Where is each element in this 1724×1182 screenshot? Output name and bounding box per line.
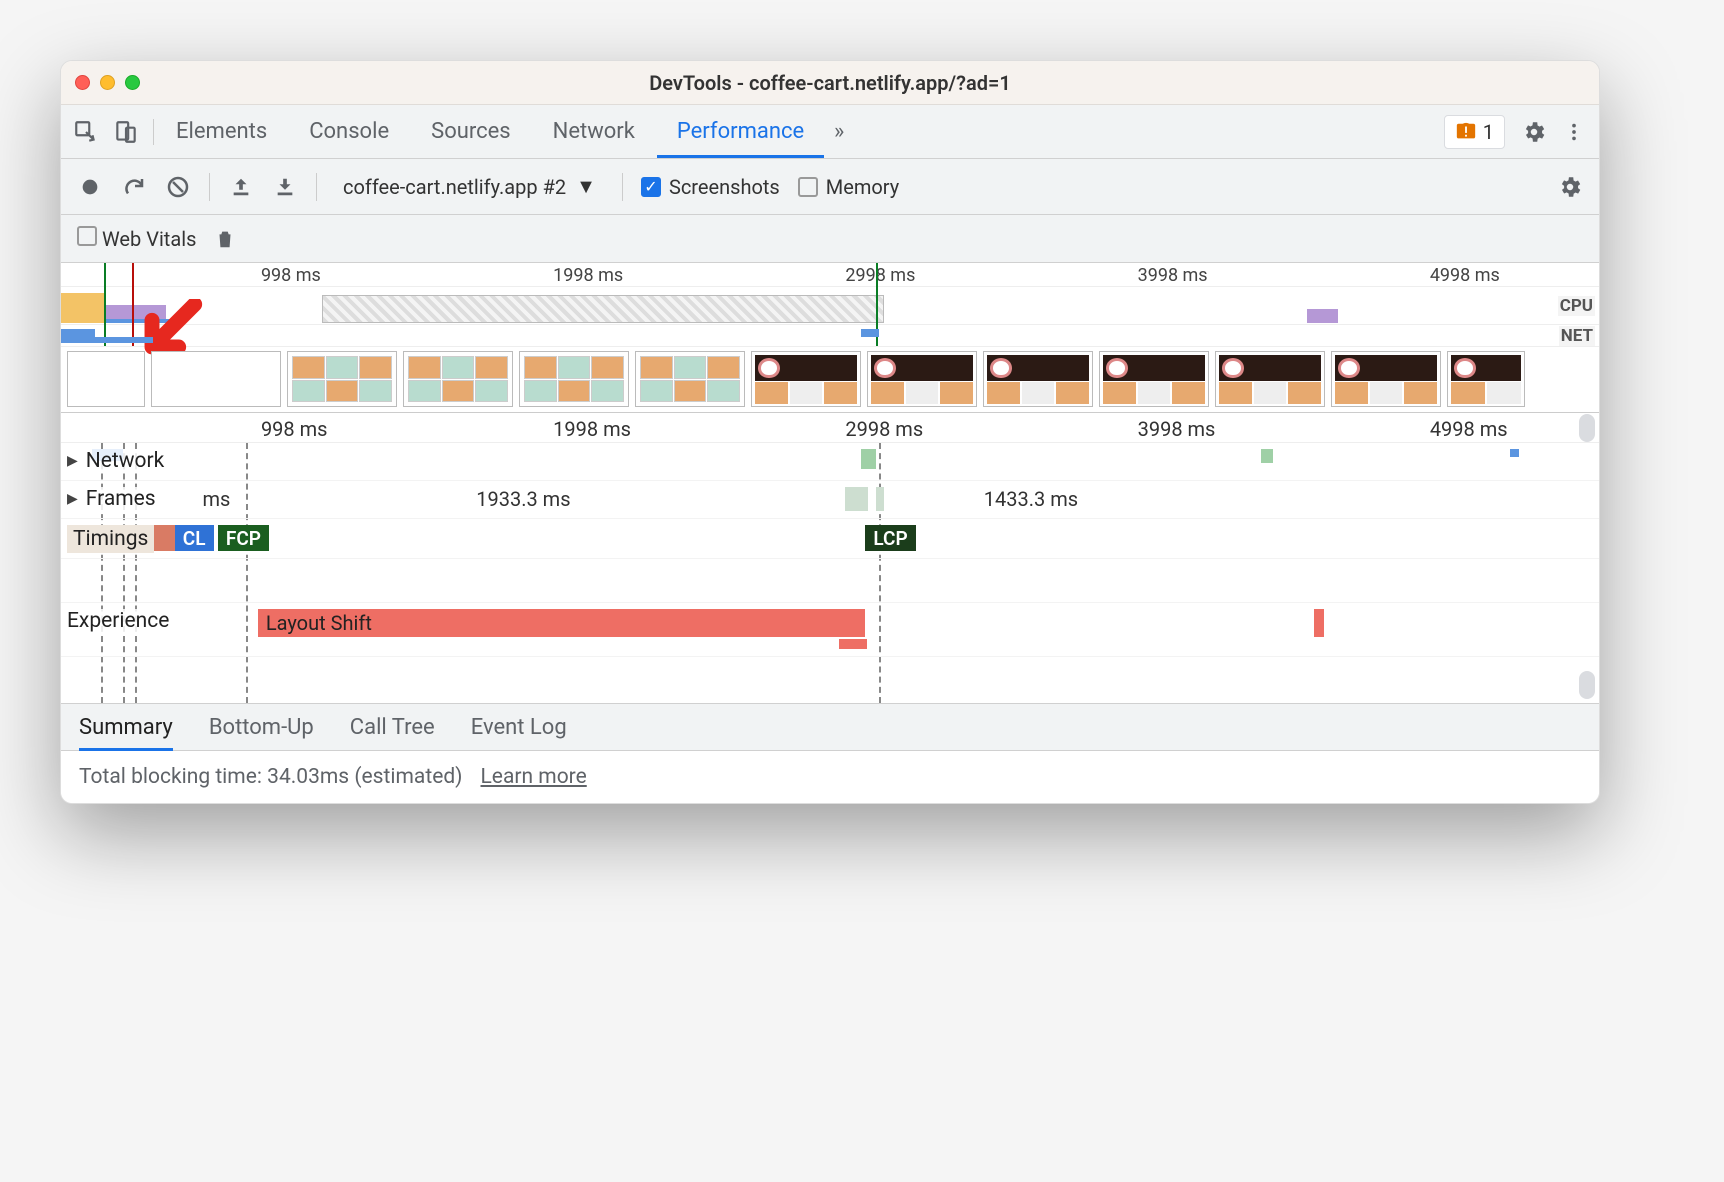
- spacer-track: [61, 559, 1599, 603]
- web-vitals-checkbox[interactable]: [77, 226, 97, 246]
- profile-selector[interactable]: coffee-cart.netlify.app #2 ▼: [335, 170, 604, 203]
- filmstrip[interactable]: [61, 347, 1599, 413]
- track-area[interactable]: Network Frames ms 1933.3 ms 1433.3 ms Ti…: [61, 443, 1599, 703]
- capture-settings-icon[interactable]: [1557, 174, 1583, 200]
- memory-toggle[interactable]: Memory: [798, 175, 899, 199]
- tab-performance[interactable]: Performance: [657, 105, 824, 158]
- thumbnail[interactable]: [867, 351, 977, 407]
- thumbnail[interactable]: [519, 351, 629, 407]
- devtools-window: DevTools - coffee-cart.netlify.app/?ad=1…: [60, 60, 1600, 804]
- timings-track[interactable]: Timings CL FCP LCP: [61, 519, 1599, 559]
- kebab-menu-icon[interactable]: [1561, 119, 1587, 145]
- screenshots-checkbox[interactable]: ✓: [641, 177, 661, 197]
- timing-fcp[interactable]: FCP: [218, 525, 269, 551]
- memory-checkbox[interactable]: [798, 177, 818, 197]
- issues-count: 1: [1483, 120, 1494, 144]
- frames-track[interactable]: Frames ms 1933.3 ms 1433.3 ms: [61, 481, 1599, 519]
- net-label: NET: [1559, 326, 1595, 346]
- web-vitals-toggle[interactable]: Web Vitals: [77, 226, 196, 251]
- tab-elements[interactable]: Elements: [156, 105, 287, 158]
- thumbnail[interactable]: [287, 351, 397, 407]
- more-tabs-icon[interactable]: »: [826, 119, 852, 145]
- net-overview: NET: [61, 325, 1599, 347]
- thumbnail[interactable]: [751, 351, 861, 407]
- profile-label: coffee-cart.netlify.app #2: [343, 175, 566, 199]
- details-tabstrip: Summary Bottom-Up Call Tree Event Log: [61, 703, 1599, 751]
- screenshots-toggle[interactable]: ✓ Screenshots: [641, 175, 780, 199]
- overview-ruler: 998 ms 1998 ms 2998 ms 3998 ms 4998 ms: [61, 263, 1599, 287]
- tab-console[interactable]: Console: [289, 105, 409, 158]
- layout-shift-event[interactable]: [839, 639, 867, 649]
- dropdown-triangle-icon: ▼: [576, 174, 596, 199]
- thumbnail[interactable]: [1215, 351, 1325, 407]
- tab-call-tree[interactable]: Call Tree: [350, 715, 435, 740]
- perf-toolbar: coffee-cart.netlify.app #2 ▼ ✓ Screensho…: [61, 159, 1599, 215]
- thumbnail[interactable]: [1331, 351, 1441, 407]
- device-toggle-icon[interactable]: [113, 119, 139, 145]
- timings-track-header[interactable]: Timings: [67, 525, 154, 553]
- flamechart-ruler[interactable]: 998 ms 1998 ms 2998 ms 3998 ms 4998 ms: [61, 413, 1599, 443]
- reload-record-button[interactable]: [121, 174, 147, 200]
- statusbar: Total blocking time: 34.03ms (estimated)…: [61, 751, 1599, 803]
- experience-track[interactable]: Experience Layout Shift: [61, 603, 1599, 657]
- tab-summary[interactable]: Summary: [79, 704, 173, 751]
- clear-button[interactable]: [165, 174, 191, 200]
- blocking-time-text: Total blocking time: 34.03ms (estimated): [79, 765, 463, 789]
- tab-network[interactable]: Network: [533, 105, 655, 158]
- learn-more-link[interactable]: Learn more: [481, 765, 587, 789]
- thumbnail[interactable]: [635, 351, 745, 407]
- thumbnail[interactable]: [151, 351, 281, 407]
- tab-sources[interactable]: Sources: [411, 105, 531, 158]
- overview-pane[interactable]: 998 ms 1998 ms 2998 ms 3998 ms 4998 ms C…: [61, 263, 1599, 347]
- network-track-header[interactable]: Network: [67, 449, 164, 473]
- thumbnail[interactable]: [1447, 351, 1525, 407]
- window-title: DevTools - coffee-cart.netlify.app/?ad=1: [61, 71, 1599, 95]
- record-button[interactable]: [77, 174, 103, 200]
- collect-garbage-icon[interactable]: [212, 226, 238, 252]
- scrollbar-handle[interactable]: [1579, 671, 1595, 699]
- layout-shift-event[interactable]: [1314, 609, 1323, 637]
- perf-toolbar-2: Web Vitals: [61, 215, 1599, 263]
- panel-tabstrip: Elements Console Sources Network Perform…: [61, 105, 1599, 159]
- network-track[interactable]: Network: [61, 443, 1599, 481]
- thumbnail[interactable]: [983, 351, 1093, 407]
- scrollbar-handle[interactable]: [1579, 414, 1595, 442]
- issues-badge[interactable]: 1: [1444, 115, 1505, 149]
- cpu-overview: CPU: [61, 287, 1599, 325]
- timing-cl[interactable]: CL: [175, 525, 214, 551]
- titlebar: DevTools - coffee-cart.netlify.app/?ad=1: [61, 61, 1599, 105]
- cpu-label: CPU: [1558, 296, 1595, 316]
- experience-track-header[interactable]: Experience: [67, 609, 169, 633]
- thumbnail[interactable]: [67, 351, 145, 407]
- settings-icon[interactable]: [1521, 119, 1547, 145]
- layout-shift-event[interactable]: Layout Shift: [258, 609, 866, 637]
- frames-track-header[interactable]: Frames: [67, 487, 156, 511]
- tab-bottom-up[interactable]: Bottom-Up: [209, 715, 314, 740]
- inspect-element-icon[interactable]: [73, 119, 99, 145]
- timing-lcp[interactable]: LCP: [865, 525, 915, 551]
- save-profile-icon[interactable]: [272, 174, 298, 200]
- load-profile-icon[interactable]: [228, 174, 254, 200]
- tab-event-log[interactable]: Event Log: [471, 715, 567, 740]
- thumbnail[interactable]: [403, 351, 513, 407]
- thumbnail[interactable]: [1099, 351, 1209, 407]
